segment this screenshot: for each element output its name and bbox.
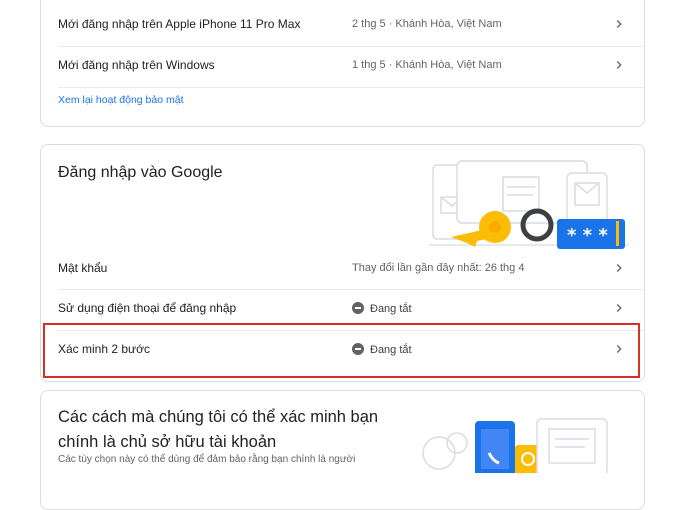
- card-title: Các cách mà chúng tôi có thể xác minh bạ…: [58, 408, 379, 451]
- row-status: Đang tắt: [352, 302, 412, 315]
- use-phone-to-sign-in-row[interactable]: Sử dụng điện thoại để đăng nhập Đang tắt: [41, 289, 644, 329]
- activity-label: Mới đăng nhập trên Apple iPhone 11 Pro M…: [58, 17, 301, 31]
- activity-detail: 2 thg 5 · Khánh Hòa, Việt Nam: [352, 18, 502, 30]
- activity-label: Mới đăng nhập trên Windows: [58, 58, 215, 72]
- verification-methods-card: Các cách mà chúng tôi có thể xác minh bạ…: [40, 390, 645, 510]
- activity-row-iphone[interactable]: Mới đăng nhập trên Apple iPhone 11 Pro M…: [41, 5, 644, 45]
- row-status: Đang tắt: [352, 343, 412, 356]
- recent-security-activity-card: Mới đăng nhập trên Apple iPhone 11 Pro M…: [40, 0, 645, 127]
- chevron-right-icon: [616, 345, 622, 353]
- off-status-icon: [352, 302, 364, 314]
- divider: [58, 87, 644, 88]
- phone-verification-illustration-icon: [422, 418, 608, 473]
- activity-detail: 1 thg 5 · Khánh Hòa, Việt Nam: [352, 59, 502, 71]
- activity-row-windows[interactable]: Mới đăng nhập trên Windows 1 thg 5 · Khá…: [41, 46, 644, 86]
- chevron-right-icon: [616, 61, 622, 69]
- chevron-right-icon: [616, 20, 622, 28]
- status-text: Đang tắt: [370, 303, 412, 315]
- off-status-icon: [352, 343, 364, 355]
- chevron-right-icon: [616, 304, 622, 312]
- two-step-verification-row[interactable]: Xác minh 2 bước Đang tắt: [41, 330, 644, 370]
- row-label: Mật khẩu: [58, 261, 108, 275]
- status-text: Đang tắt: [370, 344, 412, 356]
- review-security-activity-link[interactable]: Xem lại hoạt động bảo mật: [58, 94, 184, 106]
- row-label: Sử dụng điện thoại để đăng nhập: [58, 301, 237, 315]
- chevron-right-icon: [616, 264, 622, 272]
- key-and-password-illustration-icon: * * *: [429, 160, 629, 249]
- row-value: Thay đổi lần gần đây nhất: 26 thg 4: [352, 262, 525, 274]
- card-title: Đăng nhập vào Google: [58, 164, 223, 181]
- svg-text:* * *: * * *: [567, 225, 608, 246]
- card-description: Các tùy chọn này có thể dùng để đảm bảo …: [58, 454, 356, 465]
- password-row[interactable]: Mật khẩu Thay đổi lần gần đây nhất: 26 t…: [41, 249, 644, 289]
- row-label: Xác minh 2 bước: [58, 342, 150, 356]
- signin-to-google-card: Đăng nhập vào Google * * * Mật khẩu Thay…: [40, 144, 645, 382]
